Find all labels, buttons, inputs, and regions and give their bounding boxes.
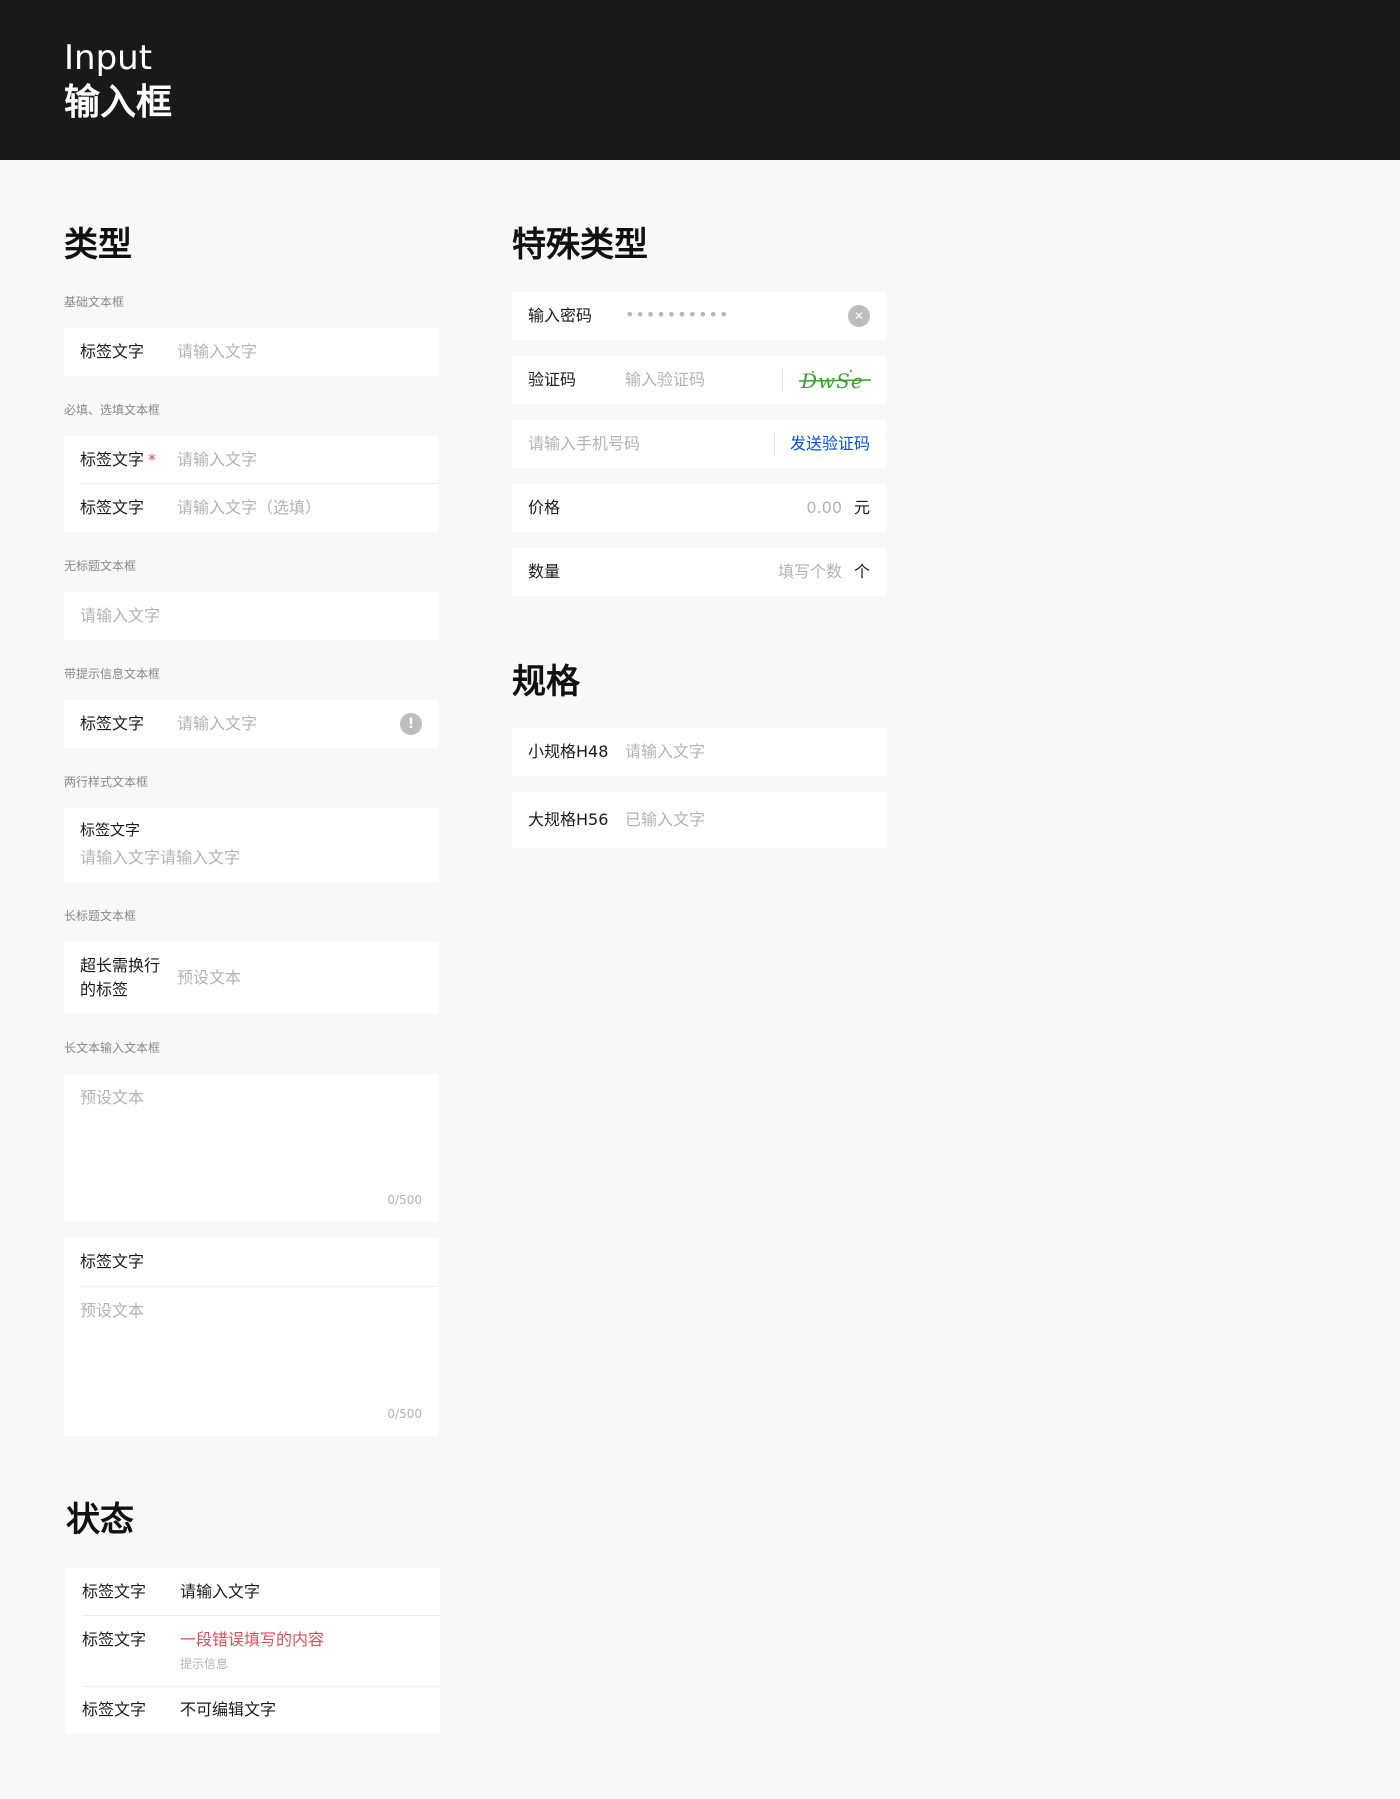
disabled-input-label: 标签文字 (82, 1700, 147, 1719)
required-input[interactable]: 标签文字 * 请输入文字 (64, 436, 438, 484)
normal-input-label: 标签文字 (82, 1582, 147, 1601)
caption-basic: 基础文本框 (64, 295, 125, 309)
textarea-placeholder[interactable]: 预设文本 (80, 1088, 144, 1108)
optional-input[interactable]: 标签文字 请输入文字（选填） (64, 484, 438, 532)
header-title-cn: 输入框 (64, 82, 173, 123)
long-title-placeholder[interactable]: 预设文本 (177, 968, 241, 988)
required-label-text: 标签文字 (80, 450, 145, 469)
small-size-label: 小规格H48 (528, 742, 609, 761)
long-title-input[interactable]: 超长需换行 的标签 预设文本 (64, 942, 438, 1014)
captcha-image[interactable]: DwSe (799, 368, 871, 394)
captcha-input-placeholder[interactable]: 输入验证码 (625, 370, 705, 390)
required-input-placeholder[interactable]: 请输入文字 (177, 450, 257, 470)
labeled-textarea-counter: 0/500 (387, 1407, 422, 1421)
quantity-input-placeholder[interactable]: 填写个数 (778, 562, 842, 582)
labeled-textarea-placeholder[interactable]: 预设文本 (80, 1301, 144, 1321)
states-group: 标签文字 请输入文字 标签文字 一段错误填写的内容 提示信息 标签文字 不可编辑… (66, 1568, 440, 1734)
tip-input[interactable]: 标签文字 请输入文字 ! (64, 700, 438, 748)
normal-input[interactable]: 标签文字 请输入文字 (66, 1568, 440, 1616)
labeled-textarea[interactable]: 标签文字 预设文本 0/500 (64, 1238, 438, 1436)
divider (782, 368, 783, 392)
captcha-input[interactable]: 验证码 输入验证码 DwSe (512, 356, 886, 404)
basic-input-label: 标签文字 (80, 342, 145, 361)
long-title-label-line1: 超长需换行 (80, 956, 161, 975)
password-input-value[interactable]: •••••••••• (625, 305, 729, 325)
tip-input-placeholder[interactable]: 请输入文字 (177, 714, 257, 734)
error-input-label: 标签文字 (82, 1630, 147, 1649)
quantity-input-label: 数量 (528, 562, 561, 581)
required-star: * (148, 450, 157, 469)
large-size-input[interactable]: 大规格H56 已输入文字 (512, 792, 886, 848)
page-header: Input 输入框 (0, 0, 1400, 160)
clear-icon[interactable]: ✕ (848, 305, 870, 327)
labeled-textarea-label: 标签文字 (80, 1252, 145, 1271)
phone-input-placeholder[interactable]: 请输入手机号码 (528, 434, 640, 454)
password-input[interactable]: 输入密码 •••••••••• ✕ (512, 292, 886, 340)
required-input-group: 标签文字 * 请输入文字 标签文字 请输入文字（选填） (64, 436, 438, 532)
large-size-placeholder[interactable]: 已输入文字 (625, 810, 705, 830)
price-unit: 元 (853, 498, 870, 517)
basic-input[interactable]: 标签文字 请输入文字 (64, 328, 438, 376)
textarea-counter: 0/500 (387, 1193, 422, 1207)
caption-with-tip: 带提示信息文本框 (64, 667, 161, 681)
two-line-input-placeholder[interactable]: 请输入文字请输入文字 (80, 848, 240, 868)
tip-input-label: 标签文字 (80, 714, 145, 733)
price-input[interactable]: 价格 0.00 元 (512, 484, 886, 532)
disabled-input: 标签文字 不可编辑文字 (66, 1686, 440, 1734)
error-hint: 提示信息 (180, 1657, 229, 1671)
section-title-states: 状态 (66, 1500, 134, 1540)
long-title-label-line2: 的标签 (80, 980, 129, 999)
large-size-label: 大规格H56 (528, 810, 609, 829)
header-title-en: Input (64, 38, 153, 78)
required-input-label: 标签文字 * (80, 450, 156, 470)
price-input-label: 价格 (528, 498, 561, 517)
caption-textarea: 长文本输入文本框 (64, 1041, 161, 1055)
section-title-special: 特殊类型 (512, 225, 648, 265)
caption-long-title: 长标题文本框 (64, 909, 137, 923)
optional-input-placeholder[interactable]: 请输入文字（选填） (177, 498, 321, 518)
caption-no-title: 无标题文本框 (64, 559, 137, 573)
caption-required: 必填、选填文本框 (64, 403, 161, 417)
caption-two-line: 两行样式文本框 (64, 775, 149, 789)
send-code-button[interactable]: 发送验证码 (790, 434, 870, 454)
textarea[interactable]: 预设文本 0/500 (64, 1074, 438, 1222)
small-size-input[interactable]: 小规格H48 请输入文字 (512, 728, 886, 776)
error-input[interactable]: 标签文字 一段错误填写的内容 提示信息 (66, 1616, 440, 1686)
section-title-sizes: 规格 (512, 662, 580, 702)
disabled-input-value: 不可编辑文字 (180, 1700, 277, 1719)
error-input-value[interactable]: 一段错误填写的内容 (180, 1630, 324, 1650)
divider (80, 1286, 438, 1287)
captcha-text: DwSe (801, 369, 864, 393)
quantity-unit: 个 (853, 562, 870, 581)
section-title-types: 类型 (64, 225, 132, 265)
price-input-placeholder[interactable]: 0.00 (806, 498, 842, 518)
basic-input-placeholder[interactable]: 请输入文字 (177, 342, 257, 362)
no-title-input-placeholder[interactable]: 请输入文字 (80, 606, 160, 626)
small-size-placeholder[interactable]: 请输入文字 (625, 742, 705, 762)
optional-input-label: 标签文字 (80, 498, 145, 517)
password-input-label: 输入密码 (528, 306, 593, 325)
divider (774, 432, 775, 456)
two-line-input[interactable]: 标签文字 请输入文字请输入文字 (64, 808, 438, 882)
no-title-input[interactable]: 请输入文字 (64, 592, 438, 640)
two-line-input-label: 标签文字 (80, 821, 141, 839)
info-icon[interactable]: ! (400, 713, 422, 735)
normal-input-value[interactable]: 请输入文字 (180, 1582, 260, 1602)
captcha-input-label: 验证码 (528, 370, 577, 389)
quantity-input[interactable]: 数量 填写个数 个 (512, 548, 886, 596)
phone-input[interactable]: 请输入手机号码 发送验证码 (512, 420, 886, 468)
